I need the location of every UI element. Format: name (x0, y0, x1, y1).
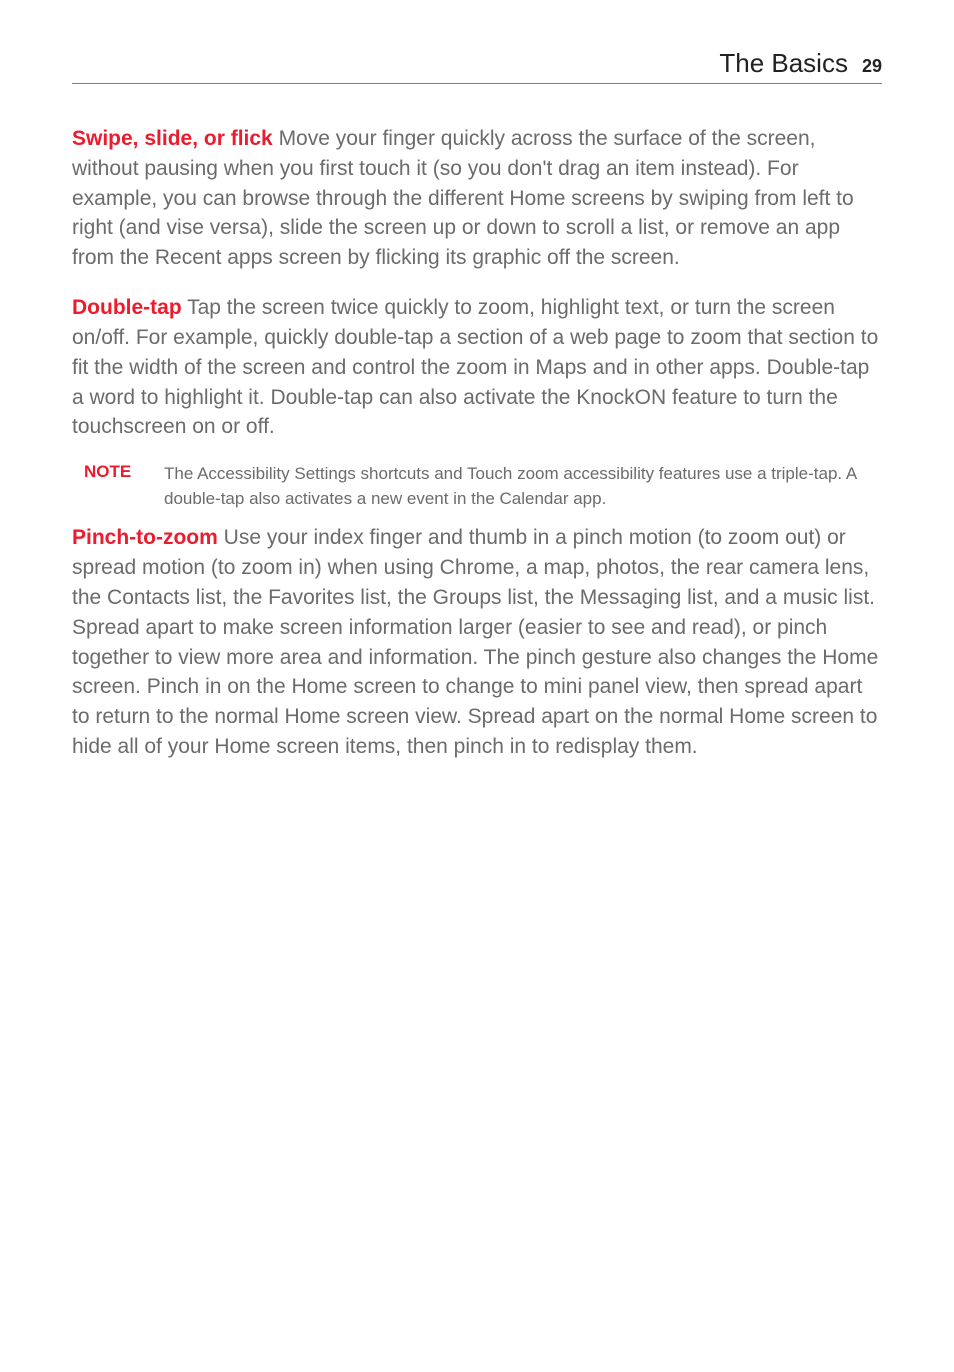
paragraph-pinch: Pinch-to-zoom Use your index finger and … (72, 523, 882, 762)
paragraph-doubletap: Double-tap Tap the screen twice quickly … (72, 293, 882, 442)
note-text: The Accessibility Settings shortcuts and… (164, 462, 882, 511)
term-doubletap: Double-tap (72, 296, 182, 319)
note-block: NOTE The Accessibility Settings shortcut… (72, 462, 882, 511)
section-title: The Basics (719, 48, 848, 79)
page-header: The Basics 29 (72, 48, 882, 84)
body-doubletap: Tap the screen twice quickly to zoom, hi… (72, 296, 878, 438)
term-pinch: Pinch-to-zoom (72, 526, 218, 549)
page-number: 29 (862, 56, 882, 77)
note-label: NOTE (84, 462, 164, 482)
body-pinch: Use your index finger and thumb in a pin… (72, 526, 878, 758)
paragraph-swipe: Swipe, slide, or flick Move your finger … (72, 124, 882, 273)
term-swipe: Swipe, slide, or flick (72, 127, 273, 150)
